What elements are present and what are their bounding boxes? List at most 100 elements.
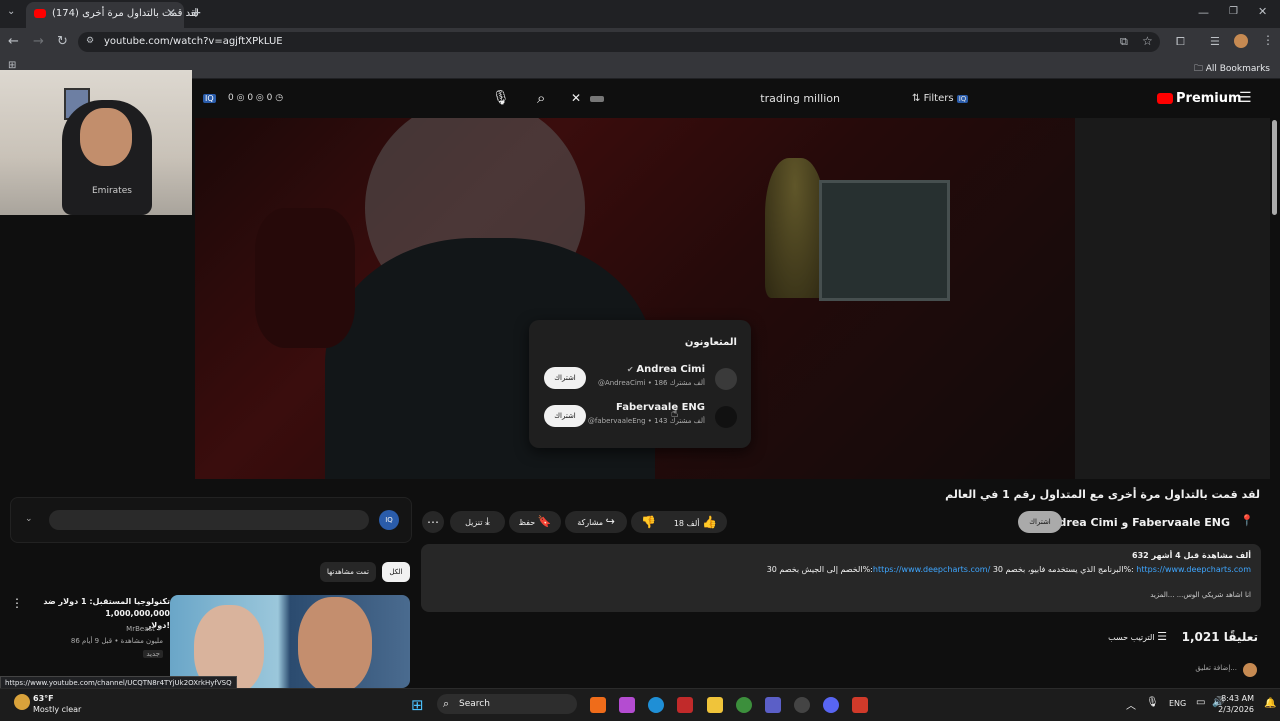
collaborator-row[interactable]: Fabervaale ENG @fabervaaleEng • 143 ألف … [529, 402, 751, 432]
chip-watched[interactable]: تمت مشاهدتها [320, 562, 376, 582]
subscribe-button[interactable]: اشتراك [544, 405, 586, 427]
channel-names[interactable]: Andrea Cimi و Fabervaale ENG [1042, 516, 1230, 529]
app-icon-4[interactable] [852, 697, 868, 713]
discord-icon[interactable] [823, 697, 839, 713]
collaborator-name[interactable]: Fabervaale ENG [616, 402, 705, 413]
forward-icon[interactable]: → [33, 34, 44, 49]
view-stats: 632 ألف مشاهدة قبل 4 أشهر [1132, 551, 1251, 560]
taskbar-search[interactable]: ⌕ Search [437, 694, 577, 714]
subscribe-button[interactable]: اشتراك [1018, 511, 1062, 533]
tab-search-icon[interactable]: ⌄ [7, 6, 15, 17]
sort-icon: ☰ [1157, 630, 1167, 643]
filters-button[interactable]: ⇅ Filters IQ [912, 93, 969, 104]
back-icon[interactable]: ← [8, 34, 19, 49]
more-options-icon[interactable]: ⋮ [11, 596, 23, 610]
deepcharts-link-2[interactable]: https://www.deepcharts.com/ [873, 565, 990, 574]
iq-icon[interactable]: IQ [379, 510, 399, 530]
sort-comments-button[interactable]: الترتيب حسب ☰ [1108, 630, 1167, 643]
save-button[interactable]: حفظ 🔖 [509, 511, 561, 533]
pin-icon: 📍 [1240, 514, 1254, 527]
subscribe-button[interactable]: اشتراك [544, 367, 586, 389]
app-icon-1[interactable] [590, 697, 606, 713]
video-title: لقد قمت بالتداول مرة أخرى مع المتداول رق… [945, 488, 1260, 501]
search-icon: ⌕ [443, 697, 450, 710]
maximize-icon[interactable]: ❐ [1229, 6, 1238, 17]
reading-list-icon[interactable]: ☰ [1210, 35, 1220, 48]
user-avatar [1243, 663, 1257, 677]
weather-icon[interactable] [14, 694, 30, 710]
temperature: 63°F [33, 694, 54, 703]
share-label: مشاركة [577, 518, 604, 527]
copilot-icon[interactable] [619, 697, 635, 713]
app-icon-3[interactable] [794, 697, 810, 713]
download-icon: ⤓ [485, 515, 490, 528]
share-button[interactable]: مشاركة ↪ [565, 511, 627, 533]
avatar[interactable] [715, 368, 737, 390]
extensions-icon[interactable]: ⧠ [1176, 35, 1185, 49]
new-tab-icon[interactable]: + [190, 5, 202, 21]
file-explorer-icon[interactable] [707, 697, 723, 713]
search-icon[interactable]: ⌕ [537, 89, 545, 107]
collaborator-row[interactable]: ✔ Andrea Cimi @AndreaCimi • 186 ألف مشتر… [529, 364, 751, 394]
voice-search-icon[interactable]: 🎙 [492, 90, 510, 106]
chrome-icon[interactable] [736, 697, 752, 713]
close-tab-icon[interactable]: ✕ [166, 6, 176, 20]
more-actions-icon[interactable]: ⋯ [422, 511, 444, 533]
dislike-icon[interactable]: 👎 [641, 511, 656, 533]
url-text[interactable]: youtube.com/watch?v=agjftXPkLUE [104, 36, 283, 47]
browser-menu-icon[interactable]: ⋮ [1262, 33, 1274, 47]
deepcharts-link-1[interactable]: https://www.deepcharts.com [1136, 565, 1251, 574]
chevron-down-icon[interactable]: ⌄ [25, 514, 33, 524]
bookmarks-bar [0, 56, 1280, 79]
teams-icon[interactable] [765, 697, 781, 713]
notifications-icon[interactable]: 🔔 [1264, 698, 1276, 709]
filters-label: Filters [923, 93, 954, 104]
recommendation-thumbnail[interactable] [170, 595, 410, 688]
language-indicator[interactable]: ENG [1169, 699, 1186, 708]
avatar[interactable] [715, 406, 737, 428]
chip-all[interactable]: الكل [382, 562, 410, 582]
clock[interactable]: 8:43 AM 2/3/2026 [1218, 693, 1254, 715]
date: 2/3/2026 [1218, 705, 1254, 714]
rec-channel[interactable]: MrBeast ✔ [126, 625, 163, 633]
install-app-icon[interactable]: ⧉ [1120, 35, 1128, 49]
filters-icon: ⇅ [912, 93, 924, 104]
all-bookmarks[interactable]: 🗀 All Bookmarks [1194, 61, 1270, 77]
youtube-premium-logo[interactable]: Premium [1157, 91, 1242, 106]
search-input[interactable]: trading million [760, 92, 840, 105]
description-box[interactable]: 632 ألف مشاهدة قبل 4 أشهر الخصم إلى الجي… [421, 544, 1261, 612]
weather-widget[interactable]: 63°F Mostly clear [33, 693, 81, 715]
add-comment-input[interactable]: إضافة تعليق... [1195, 664, 1237, 672]
rec-meta: 86 مليون مشاهدة • قبل 9 أيام [70, 637, 163, 645]
browser-tab[interactable]: (174) لقد قمت بالتداول مرة أخرى ✕ [26, 2, 199, 28]
close-window-icon[interactable]: ✕ [1258, 5, 1267, 18]
minimize-icon[interactable]: — [1198, 6, 1209, 19]
app-icon-2[interactable] [677, 697, 693, 713]
youtube-logo-icon [1157, 93, 1173, 104]
profile-avatar[interactable] [1234, 34, 1248, 48]
like-icon: 👍 [702, 515, 717, 529]
rec-title-line-2: 1,000,000,000 [105, 609, 170, 618]
edge-icon[interactable] [648, 697, 664, 713]
description-line-2[interactable]: انا اشاهد شريكي الوس... ...المزيد [1150, 591, 1251, 599]
shirt-logo: Emirates [92, 186, 132, 196]
share-icon: ↪ [605, 515, 615, 528]
bookmark-star-icon[interactable]: ☆ [1142, 34, 1153, 48]
microphone-icon[interactable]: 🎙 [1146, 697, 1159, 708]
hamburger-menu-icon[interactable]: ☰ [1239, 90, 1252, 106]
site-info-icon[interactable]: ⚙ [86, 36, 94, 46]
windows-start-icon[interactable]: ⊞ [411, 696, 424, 714]
like-button[interactable]: 18 ألف 👍 [674, 511, 717, 535]
download-button[interactable]: تنزيل ⤓ [450, 511, 505, 533]
bookmark-icon: 🔖 [537, 515, 552, 528]
collaborator-name[interactable]: ✔ Andrea Cimi [627, 364, 705, 375]
reload-icon[interactable]: ↻ [57, 34, 68, 49]
clear-search-icon[interactable]: ✕ [571, 91, 581, 105]
keyboard-icon[interactable] [590, 96, 604, 102]
blurred-field[interactable] [49, 510, 369, 530]
tray-overflow-icon[interactable]: ︿ [1126, 697, 1136, 712]
scrollbar-thumb[interactable] [1272, 120, 1277, 215]
browser-tab-strip: ⌄ (174) لقد قمت بالتداول مرة أخرى ✕ + — … [0, 0, 1280, 28]
network-icon[interactable]: ▭ [1196, 697, 1205, 708]
comment-count: 1,021 تعليقًا [1181, 630, 1258, 644]
